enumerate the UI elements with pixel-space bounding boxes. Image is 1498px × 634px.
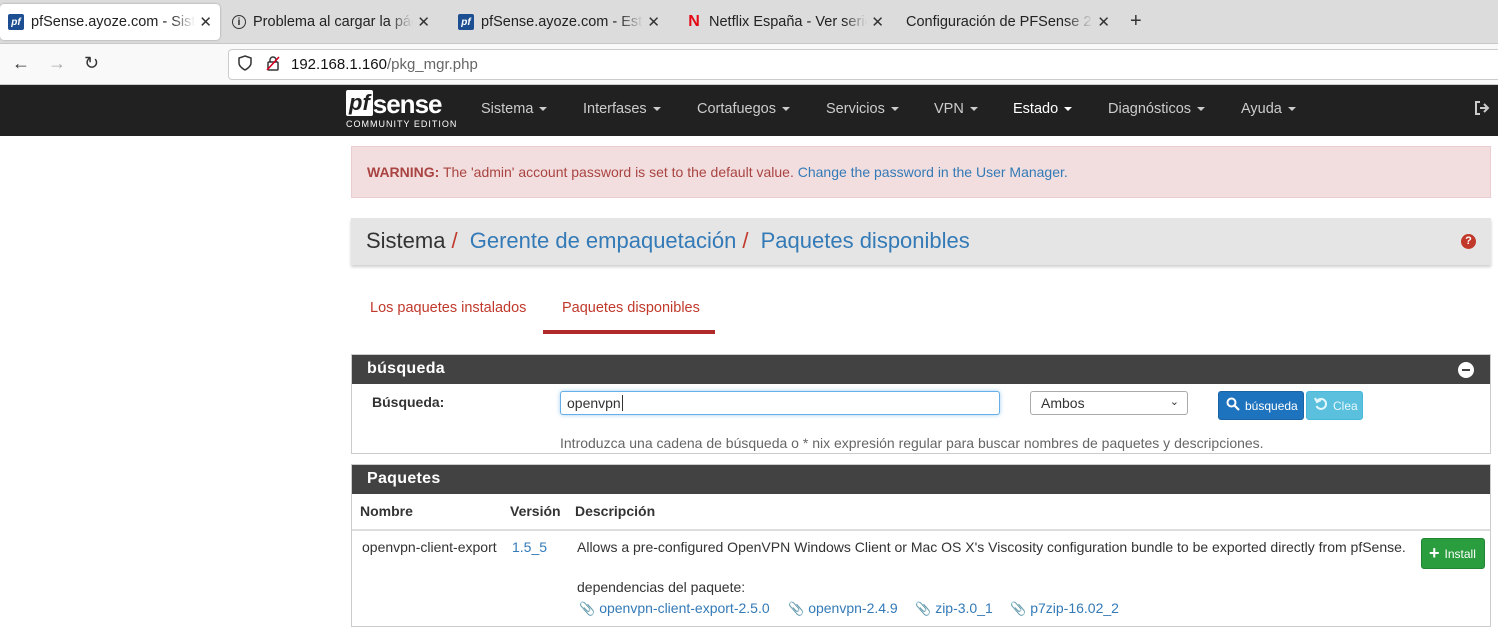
caret-down-icon xyxy=(1287,107,1296,112)
column-header-version[interactable]: Versión xyxy=(510,503,561,519)
caret-down-icon xyxy=(652,107,661,112)
menu-cortafuegos[interactable]: Cortafuegos xyxy=(697,101,790,117)
close-tab-icon[interactable]: ✕ xyxy=(199,13,212,31)
dependencies-label: dependencias del paquete: xyxy=(577,579,746,595)
package-description: Allows a pre-configured OpenVPN Windows … xyxy=(577,539,1406,555)
url-host: 192.168.1.160 xyxy=(291,56,387,73)
menu-interfases[interactable]: Interfases xyxy=(583,101,661,117)
search-icon xyxy=(1226,397,1240,415)
plus-icon: + xyxy=(1429,543,1440,563)
browser-tab-problema[interactable]: i Problema al cargar la página ✕ xyxy=(224,4,438,40)
header-divider xyxy=(352,529,1490,531)
default-password-warning: WARNING: The 'admin' account password is… xyxy=(351,146,1491,198)
search-panel: búsqueda Búsqueda: openvpn Ambos ⌄ búsque… xyxy=(351,354,1491,454)
browser-tab-netflix[interactable]: N Netflix España - Ver series ✕ xyxy=(678,4,892,40)
column-header-name[interactable]: Nombre xyxy=(360,503,413,519)
pfsense-logo[interactable]: pf sense COMMUNITY EDITION xyxy=(346,90,457,129)
undo-icon xyxy=(1314,397,1328,415)
pfsense-favicon-icon: pf xyxy=(458,14,474,30)
menu-servicios[interactable]: Servicios xyxy=(826,101,899,117)
tab-title: Netflix España - Ver series xyxy=(709,14,868,30)
close-tab-icon[interactable]: ✕ xyxy=(871,13,884,31)
close-tab-icon[interactable]: ✕ xyxy=(647,13,660,31)
dependency-link[interactable]: 📎 p7zip-16.02_2 xyxy=(1010,600,1119,617)
address-bar[interactable]: 192.168.1.160/pkg_mgr.php xyxy=(228,49,1498,80)
install-button[interactable]: + Install xyxy=(1421,538,1485,569)
insecure-lock-icon[interactable] xyxy=(265,55,283,74)
caret-down-icon xyxy=(1197,107,1206,112)
new-tab-icon[interactable]: + xyxy=(1130,10,1142,33)
menu-diagnosticos[interactable]: Diagnósticos xyxy=(1108,101,1206,117)
search-panel-title: búsqueda xyxy=(352,355,1490,384)
breadcrumb-package-manager[interactable]: Gerente de empaquetación xyxy=(470,228,737,253)
netflix-icon: N xyxy=(688,13,700,30)
logout-icon[interactable] xyxy=(1474,100,1490,121)
dependency-link[interactable]: 📎 openvpn-2.4.9 xyxy=(788,600,898,617)
paperclip-icon: 📎 xyxy=(1010,601,1027,616)
caret-down-icon xyxy=(890,107,899,112)
menu-vpn[interactable]: VPN xyxy=(934,101,978,117)
pfsense-navbar: pf sense COMMUNITY EDITION Sistema Interf… xyxy=(0,85,1498,136)
package-version-link[interactable]: 1.5_5 xyxy=(512,539,547,555)
close-tab-icon[interactable]: ✕ xyxy=(1097,13,1110,31)
menu-ayuda[interactable]: Ayuda xyxy=(1241,101,1296,117)
package-name: openvpn-client-export xyxy=(362,539,497,555)
browser-tab-configuracion[interactable]: Configuración de PFSense 2.4 ✕ xyxy=(898,4,1118,40)
forward-arrow-icon[interactable]: → xyxy=(48,53,66,74)
caret-down-icon xyxy=(539,107,548,112)
dependency-link[interactable]: 📎 openvpn-client-export-2.5.0 xyxy=(579,600,770,617)
breadcrumb: Sistema / Gerente de empaquetación / Paque… xyxy=(351,218,1491,265)
shield-icon[interactable] xyxy=(238,55,256,74)
packages-panel-title: Paquetes xyxy=(352,465,1490,494)
breadcrumb-available-packages[interactable]: Paquetes disponibles xyxy=(761,228,970,253)
caret-down-icon xyxy=(782,107,790,112)
tab-installed-packages[interactable]: Los paquetes instalados xyxy=(370,300,526,316)
menu-sistema[interactable]: Sistema xyxy=(481,101,548,117)
caret-down-icon xyxy=(969,107,978,112)
active-tab-underline xyxy=(543,330,715,334)
chevron-down-icon: ⌄ xyxy=(1169,396,1179,408)
tab-title: pfSense.ayoze.com - Estado xyxy=(481,14,643,30)
caret-down-icon xyxy=(1064,107,1073,112)
paperclip-icon: 📎 xyxy=(788,601,805,616)
menu-estado[interactable]: Estado xyxy=(1013,101,1073,117)
collapse-icon[interactable] xyxy=(1458,362,1474,378)
search-scope-select[interactable]: Ambos ⌄ xyxy=(1030,391,1188,415)
search-hint: Introduzca una cadena de búsqueda o * ni… xyxy=(560,435,1264,451)
tab-title: pfSense.ayoze.com - Sistema xyxy=(31,14,196,30)
logo-edition: COMMUNITY EDITION xyxy=(346,119,458,129)
browser-tab-pfsense-estado[interactable]: pf pfSense.ayoze.com - Estado ✕ xyxy=(450,4,668,40)
pfsense-favicon-icon: pf xyxy=(8,14,24,30)
tab-title: Problema al cargar la página xyxy=(253,14,413,30)
paperclip-icon: 📎 xyxy=(579,601,596,616)
help-icon[interactable]: ? xyxy=(1461,234,1476,249)
browser-nav-bar: ← → ↻ 192.168.1.160/pkg_mgr.php xyxy=(0,44,1498,85)
column-header-description[interactable]: Descripción xyxy=(575,503,655,519)
back-arrow-icon[interactable]: ← xyxy=(12,53,30,74)
info-icon: i xyxy=(232,15,246,29)
search-button[interactable]: búsqueda xyxy=(1218,391,1304,420)
tab-available-packages[interactable]: Paquetes disponibles xyxy=(562,300,700,316)
change-password-link[interactable]: Change the password in the User Manager. xyxy=(798,164,1068,180)
url-path: /pkg_mgr.php xyxy=(386,56,478,73)
clear-button[interactable]: Clea xyxy=(1306,391,1363,420)
search-input[interactable]: openvpn xyxy=(560,391,1000,415)
packages-panel: Paquetes Nombre Versión Descripción open… xyxy=(351,464,1491,627)
dependency-link[interactable]: 📎 zip-3.0_1 xyxy=(915,600,993,617)
search-label: Búsqueda: xyxy=(372,394,445,410)
tab-title: Configuración de PFSense 2.4 xyxy=(906,14,1094,30)
paperclip-icon: 📎 xyxy=(915,601,932,616)
breadcrumb-root: Sistema xyxy=(366,228,446,253)
reload-icon[interactable]: ↻ xyxy=(84,53,99,74)
warning-text: The 'admin' account password is set to t… xyxy=(439,164,798,180)
warning-label: WARNING: xyxy=(367,164,440,180)
browser-tab-pfsense-sistema[interactable]: pf pfSense.ayoze.com - Sistema ✕ xyxy=(0,4,220,40)
browser-tab-bar: pf pfSense.ayoze.com - Sistema ✕ i Probl… xyxy=(0,0,1498,44)
close-tab-icon[interactable]: ✕ xyxy=(417,13,430,31)
